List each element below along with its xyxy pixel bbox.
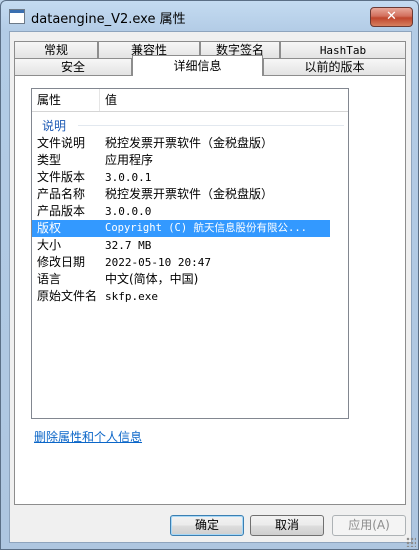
property-value: 中文(简体，中国) [105,272,199,286]
properties-dialog: dataengine_V2.exe 属性 ✕ 常规 兼容性 数字签名 HashT… [0,0,419,550]
property-name: 修改日期 [37,255,86,269]
cancel-button[interactable]: 取消 [250,515,324,536]
list-item[interactable]: 大小 32.7 MB [32,237,330,254]
tab-security[interactable]: 安全 [14,58,132,75]
apply-button: 应用(A) [332,515,406,536]
list-item[interactable]: 文件版本 3.0.0.1 [32,169,330,186]
group-header-description: 说明 [42,119,67,133]
property-value: 2022-05-10 20:47 [105,256,211,269]
list-header: 属性 值 [32,89,348,112]
tab-hashtab[interactable]: HashTab [280,41,406,58]
ok-button[interactable]: 确定 [170,515,244,536]
property-name: 产品名称 [37,187,86,201]
property-value: 应用程序 [105,153,154,167]
list-item-selected[interactable]: 版权 Copyright (C) 航天信息股份有限公... [32,220,330,237]
remove-properties-link[interactable]: 删除属性和个人信息 [34,428,142,445]
list-item[interactable]: 语言 中文(简体，中国) [32,271,330,288]
property-value: 3.0.0.1 [105,171,152,184]
resize-grip[interactable] [406,537,416,547]
property-value: 3.0.0.0 [105,205,152,218]
property-value: Copyright (C) 航天信息股份有限公... [105,222,307,234]
list-item[interactable]: 原始文件名 skfp.exe [32,288,330,305]
list-item[interactable]: 文件说明 税控发票开票软件（金税盘版） [32,135,330,152]
list-item[interactable]: 修改日期 2022-05-10 20:47 [32,254,330,271]
group-divider [78,125,344,126]
details-list[interactable]: 属性 值 说明 文件说明 税控发票开票软件（金税盘版） 类型 应用程序 文件版本… [31,88,349,419]
close-button[interactable]: ✕ [370,7,413,27]
property-name: 文件说明 [37,136,86,150]
property-value: 32.7 MB [105,239,152,252]
list-item[interactable]: 类型 应用程序 [32,152,330,169]
property-name: 类型 [37,153,62,167]
property-name: 版权 [37,221,62,235]
tab-general[interactable]: 常规 [14,41,98,58]
property-value: skfp.exe [105,290,158,303]
property-value: 税控发票开票软件（金税盘版） [105,136,274,150]
tab-details[interactable]: 详细信息 [132,55,263,76]
title-bar[interactable]: dataengine_V2.exe 属性 ✕ [1,1,418,31]
property-name: 大小 [37,238,62,252]
app-window-icon [9,9,25,24]
property-name: 文件版本 [37,170,86,184]
list-item[interactable]: 产品名称 税控发票开票软件（金税盘版） [32,186,330,203]
property-name: 产品版本 [37,204,86,218]
window-title: dataengine_V2.exe 属性 [31,12,186,27]
column-header-property[interactable]: 属性 [32,89,100,111]
property-name: 语言 [37,272,62,286]
property-value: 税控发票开票软件（金税盘版） [105,187,274,201]
details-panel: 属性 值 说明 文件说明 税控发票开票软件（金税盘版） 类型 应用程序 文件版本… [14,75,406,505]
property-name: 原始文件名 [37,289,98,303]
tab-previous-versions[interactable]: 以前的版本 [263,58,406,75]
column-header-value[interactable]: 值 [100,89,348,111]
list-item[interactable]: 产品版本 3.0.0.0 [32,203,330,220]
